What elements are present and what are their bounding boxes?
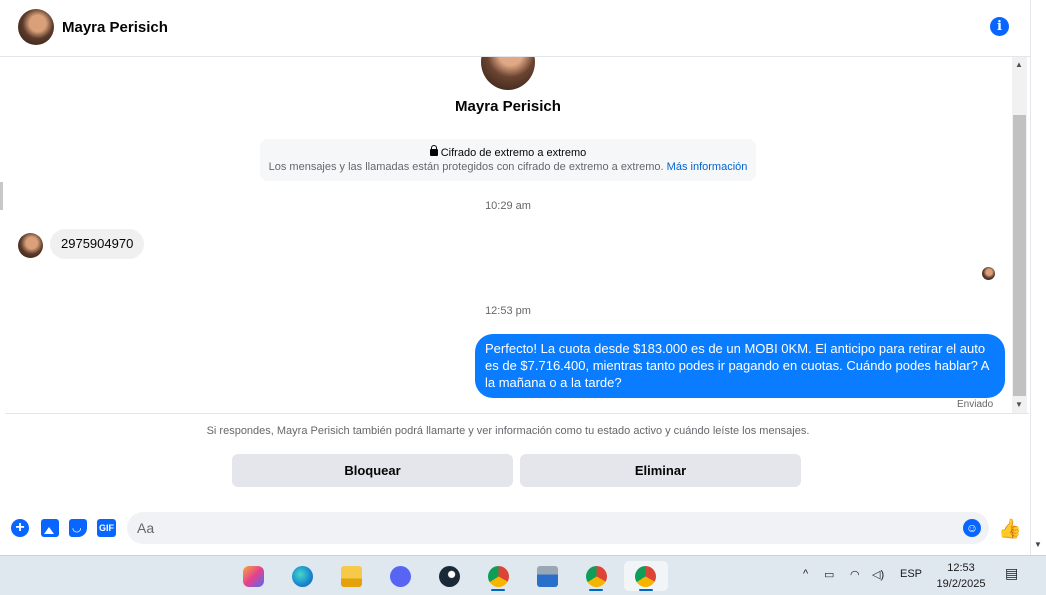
active-indicator [639,589,653,591]
chrome-icon[interactable] [581,561,611,591]
chrome-icon[interactable] [483,561,513,591]
language-indicator[interactable]: ESP [900,568,922,580]
scroll-down-icon[interactable]: ▼ [1034,540,1042,549]
more-info-link[interactable]: Más información [667,161,748,173]
block-button[interactable]: Bloquear [232,454,513,487]
gif-icon[interactable]: GIF [97,519,116,537]
scroll-up-icon[interactable]: ▲ [1015,60,1023,69]
emoji-icon[interactable]: ☺ [963,519,981,537]
seen-indicator-avatar [982,267,995,280]
message-composer: + GIF ☺ 👍 [0,498,1030,555]
message-input[interactable] [137,512,937,544]
window-scrollbar[interactable]: ▼ [1030,0,1046,555]
chevron-up-icon[interactable]: ^ [803,568,808,580]
steam-icon[interactable] [434,561,464,591]
notification-icon[interactable]: ▤ [1005,565,1018,582]
windows-taskbar: ^ ▭ ◠ ◁) ESP 12:53 19/2/2025 ▤ [0,555,1046,595]
sender-avatar[interactable] [18,233,43,258]
window-edge-marker [0,182,3,210]
wifi-icon[interactable]: ◠ [850,568,860,581]
copilot-icon[interactable] [238,561,268,591]
message-list: Mayra Perisich Cifrado de extremo a extr… [5,57,1029,413]
network-utility-icon[interactable] [532,561,562,591]
info-icon[interactable]: i [990,17,1009,36]
messenger-window: Mayra Perisich i Mayra Perisich Cifrado … [0,0,1046,595]
scroll-down-icon[interactable]: ▼ [1015,400,1023,409]
clock-date: 19/2/2025 [936,578,986,590]
lock-icon [429,145,438,156]
volume-icon[interactable]: ◁) [872,568,884,581]
incoming-message[interactable]: 2975904970 [50,229,145,259]
outgoing-message[interactable]: Perfecto! La cuota desde $183.000 es de … [475,334,1005,398]
message-status: Enviado [957,399,994,410]
encryption-notice: Cifrado de extremo a extremo Los mensaje… [260,139,756,181]
active-indicator [589,589,603,591]
file-explorer-icon[interactable] [336,561,366,591]
profile-avatar[interactable] [481,57,535,90]
contact-avatar[interactable] [18,9,54,45]
scrollbar-thumb[interactable] [1013,115,1026,396]
timestamp: 10:29 am [485,200,531,212]
conversation-header: Mayra Perisich i [0,0,1030,57]
clock-time: 12:53 [947,562,975,574]
battery-icon[interactable]: ▭ [824,568,834,581]
encryption-description: Los mensajes y las llamadas están proteg… [268,161,664,173]
discord-icon[interactable] [385,561,415,591]
message-input-box[interactable] [127,512,989,544]
message-scrollbar[interactable]: ▲ ▼ [1012,57,1027,413]
timestamp: 12:53 pm [485,305,531,317]
clock[interactable]: 12:53 19/2/2025 [928,560,994,592]
chrome-icon[interactable] [624,561,668,591]
contact-name[interactable]: Mayra Perisich [62,19,168,36]
photo-icon[interactable] [41,519,59,537]
edge-icon[interactable] [287,561,317,591]
request-notice: Si respondes, Mayra Perisich también pod… [206,425,810,437]
encryption-title: Cifrado de extremo a extremo [440,147,587,159]
sticker-icon[interactable] [69,519,87,537]
profile-name: Mayra Perisich [455,98,561,115]
delete-button[interactable]: Eliminar [520,454,801,487]
active-indicator [491,589,505,591]
like-icon[interactable]: 👍 [998,517,1022,541]
message-request-panel: Si respondes, Mayra Perisich también pod… [5,413,1029,498]
plus-icon[interactable]: + [11,519,29,537]
